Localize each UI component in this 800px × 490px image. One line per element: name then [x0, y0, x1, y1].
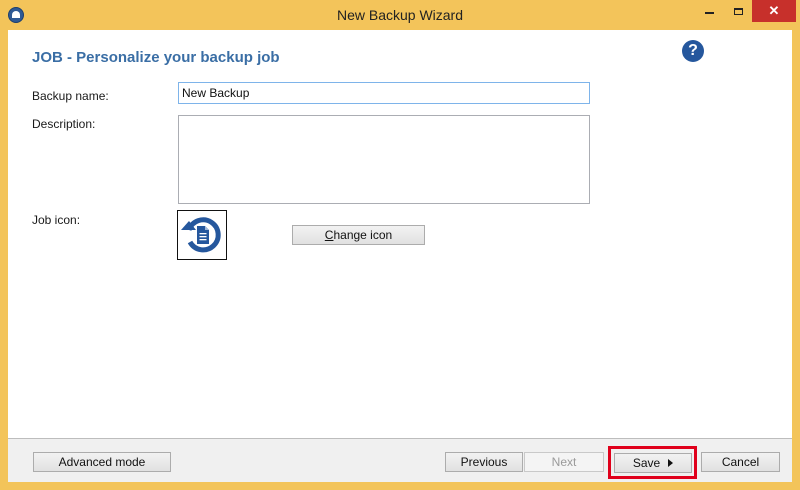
minimize-icon: [704, 12, 714, 14]
title-bar[interactable]: New Backup Wizard ✕: [0, 0, 800, 30]
window-title: New Backup Wizard: [336, 7, 464, 23]
wizard-window: New Backup Wizard ✕ JOB - Personalize yo…: [0, 0, 800, 490]
cancel-button[interactable]: Cancel: [701, 452, 780, 472]
maximize-icon: [733, 7, 743, 15]
minimize-button[interactable]: [694, 0, 724, 22]
close-button[interactable]: ✕: [752, 0, 796, 22]
change-icon-label: hange icon: [333, 228, 393, 242]
description-textarea[interactable]: [178, 115, 590, 204]
backup-name-label: Backup name:: [32, 89, 109, 103]
page-title: JOB - Personalize your backup job: [32, 49, 280, 66]
description-label: Description:: [32, 117, 96, 131]
previous-button[interactable]: Previous: [445, 452, 523, 472]
backup-restore-icon: [181, 217, 221, 253]
save-button[interactable]: Save: [614, 453, 692, 473]
backup-name-input[interactable]: [178, 82, 590, 104]
change-icon-mnemonic: C: [324, 228, 334, 242]
job-icon-preview: [177, 210, 227, 260]
advanced-mode-button[interactable]: Advanced mode: [33, 452, 171, 472]
change-icon-button[interactable]: Change icon: [292, 225, 425, 245]
job-icon-label: Job icon:: [32, 213, 81, 227]
save-label: Save: [632, 456, 661, 470]
play-arrow-icon: [668, 459, 674, 467]
help-icon[interactable]: ?: [682, 40, 704, 62]
next-button[interactable]: Next: [524, 452, 604, 472]
maximize-button[interactable]: [724, 0, 752, 22]
close-icon: ✕: [768, 3, 780, 18]
